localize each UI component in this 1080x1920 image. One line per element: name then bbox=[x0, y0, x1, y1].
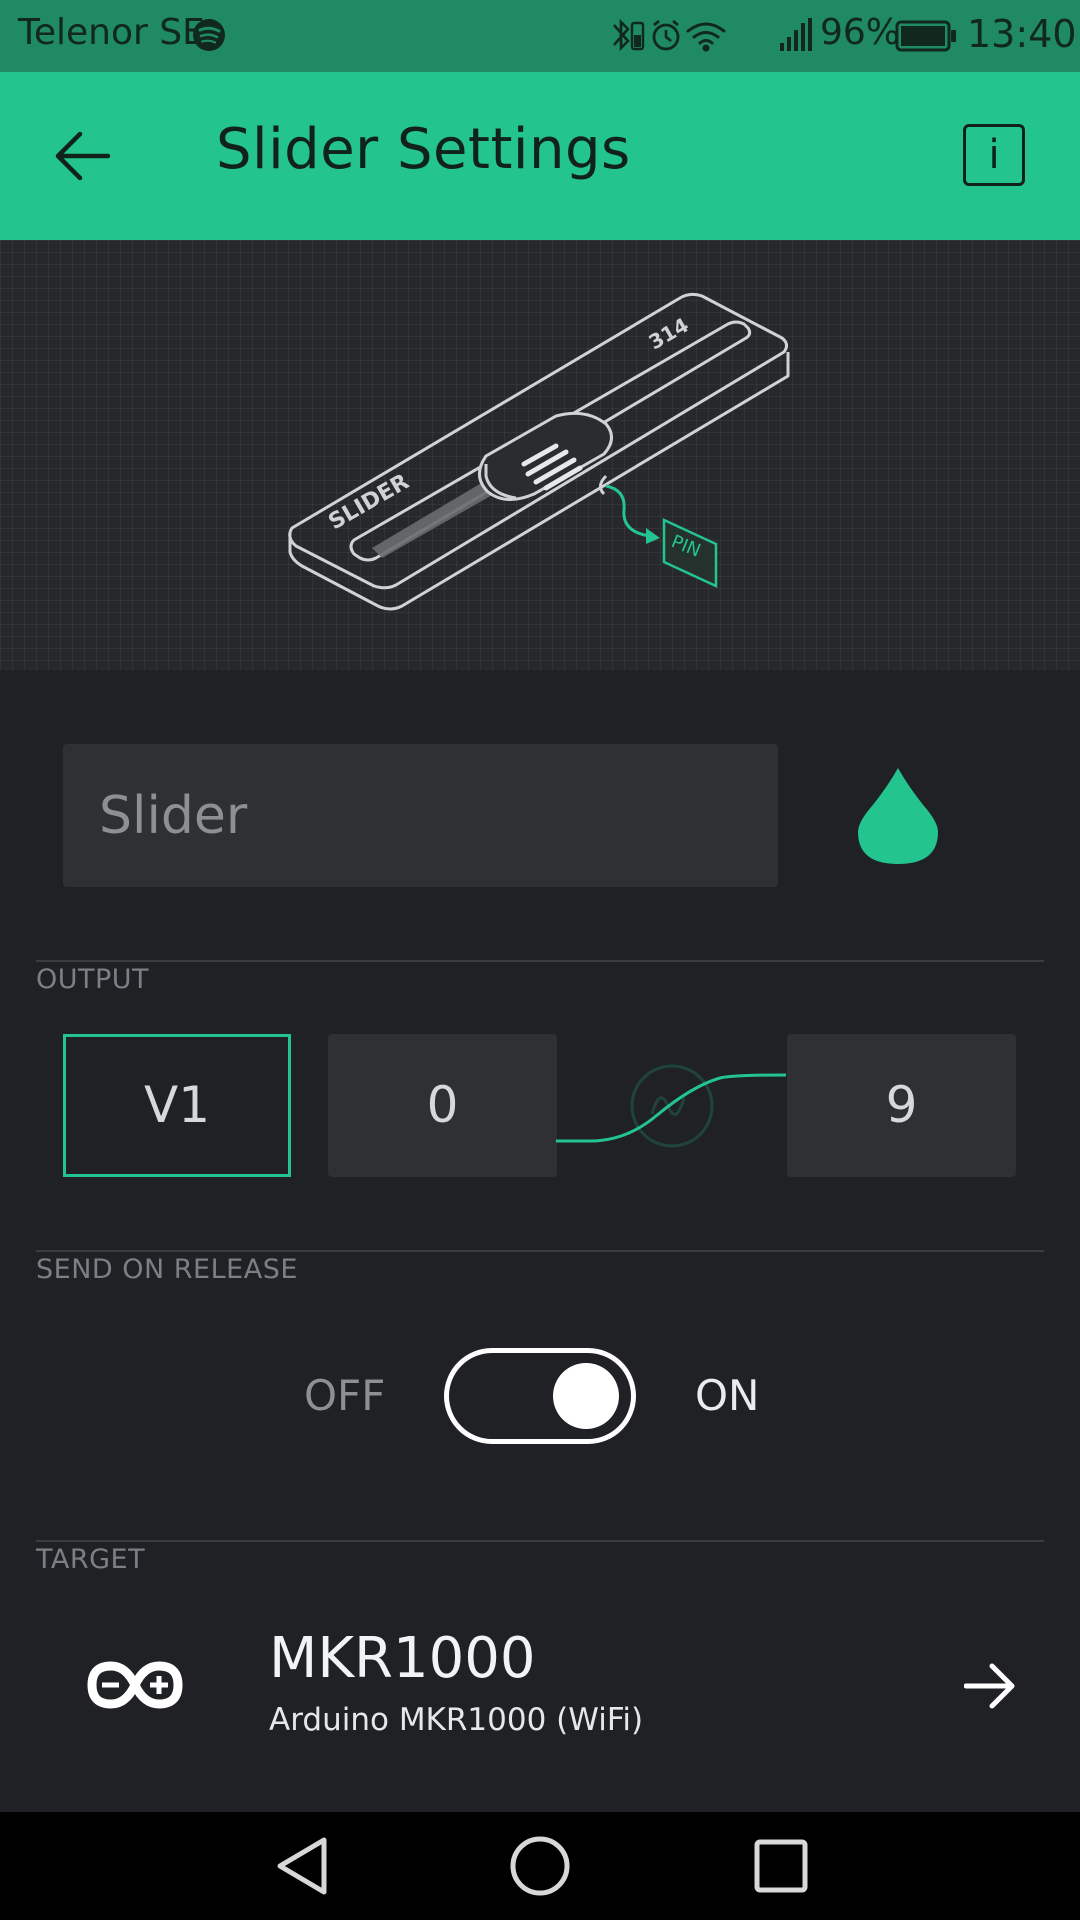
arrow-right-icon bbox=[964, 1663, 1015, 1709]
output-max-input[interactable]: 9 bbox=[787, 1034, 1016, 1177]
pin-tag: PIN bbox=[662, 518, 718, 588]
carrier-name: Telenor SE bbox=[18, 12, 205, 53]
spotify-icon bbox=[193, 19, 225, 51]
back-button[interactable] bbox=[52, 128, 112, 184]
divider bbox=[36, 1250, 1044, 1252]
target-device-row[interactable]: MKR1000 Arduino MKR1000 (WiFi) bbox=[0, 1600, 1080, 1780]
mapping-curve bbox=[556, 1064, 787, 1148]
widget-name-input[interactable] bbox=[63, 744, 778, 887]
alarm-icon bbox=[652, 19, 680, 51]
output-section-label: OUTPUT bbox=[36, 964, 150, 995]
battery-icon bbox=[895, 20, 956, 52]
signal-icon bbox=[780, 18, 812, 51]
target-device-description: Arduino MKR1000 (WiFi) bbox=[269, 1702, 644, 1738]
status-bar: Telenor SE 96% 13:40 bbox=[0, 0, 1080, 72]
wave-icon bbox=[630, 1064, 714, 1148]
color-picker-button[interactable] bbox=[856, 766, 940, 866]
status-time: 13:40 bbox=[967, 12, 1077, 56]
divider bbox=[36, 1540, 1044, 1542]
toggle-on-label: ON bbox=[695, 1371, 760, 1420]
status-icons bbox=[613, 18, 812, 52]
nav-recents-button[interactable] bbox=[753, 1834, 809, 1898]
send-on-release-toggle[interactable] bbox=[444, 1348, 636, 1444]
output-min-input[interactable]: 0 bbox=[328, 1034, 557, 1177]
wifi-icon bbox=[686, 22, 726, 52]
toggle-knob bbox=[553, 1363, 619, 1429]
system-nav-bar bbox=[0, 1812, 1080, 1920]
toggle-off-label: OFF bbox=[304, 1371, 386, 1420]
info-button[interactable]: i bbox=[963, 124, 1025, 186]
slider-knob bbox=[478, 411, 613, 501]
info-icon: i bbox=[988, 132, 1000, 178]
arduino-icon bbox=[87, 1661, 183, 1709]
nav-home-button[interactable] bbox=[508, 1834, 572, 1898]
nav-back-button[interactable] bbox=[274, 1834, 330, 1898]
target-section-label: TARGET bbox=[36, 1544, 146, 1575]
square-recents-icon bbox=[754, 1839, 808, 1893]
bluetooth-icon bbox=[613, 18, 630, 52]
circle-home-icon bbox=[510, 1836, 570, 1896]
widget-illustration: SLIDER 314 PIN bbox=[0, 240, 1080, 670]
send-on-release-label: SEND ON RELEASE bbox=[36, 1254, 298, 1285]
battery-percent: 96% bbox=[820, 12, 901, 53]
page-title: Slider Settings bbox=[216, 117, 631, 182]
app-header: Slider Settings i bbox=[0, 72, 1080, 240]
pin-select-button[interactable]: V1 bbox=[63, 1034, 291, 1177]
droplet-icon bbox=[858, 768, 938, 864]
arrow-left-icon bbox=[55, 131, 111, 181]
triangle-back-icon bbox=[277, 1837, 327, 1895]
target-device-name: MKR1000 bbox=[269, 1626, 536, 1691]
divider bbox=[36, 960, 1044, 962]
